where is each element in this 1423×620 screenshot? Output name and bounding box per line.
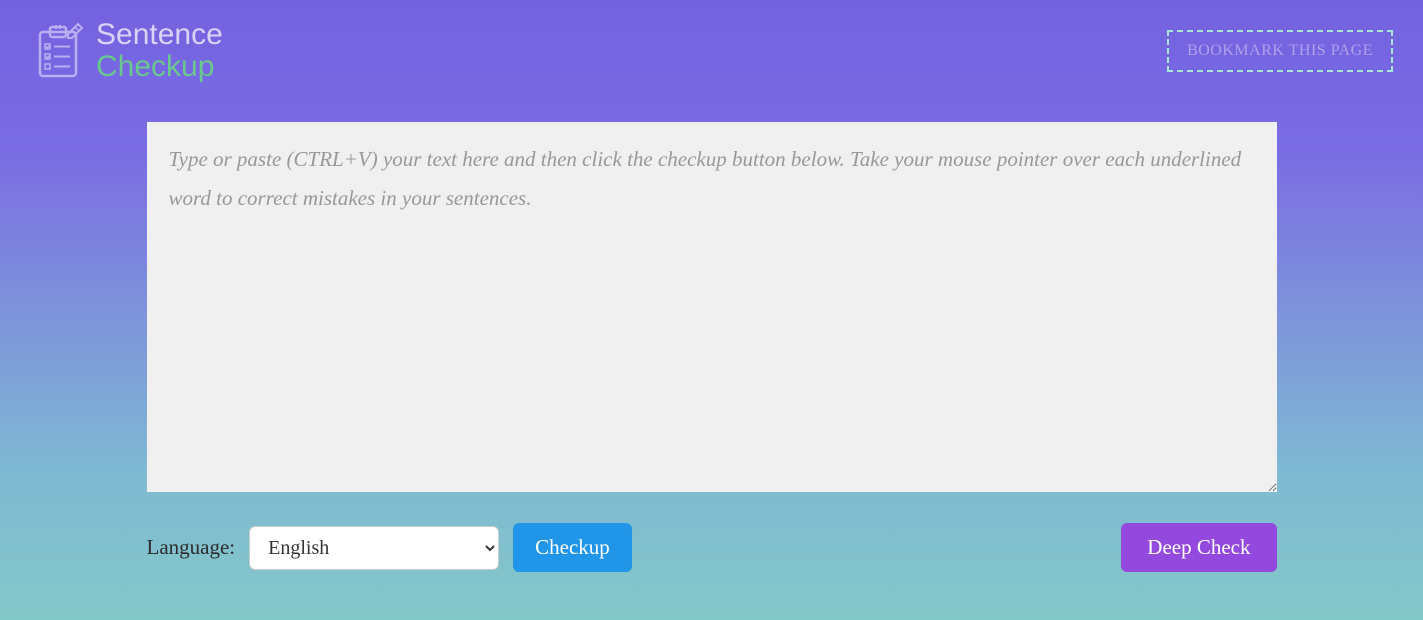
logo-text: Sentence Checkup <box>96 20 223 82</box>
bookmark-button[interactable]: BOOKMARK THIS PAGE <box>1167 30 1393 72</box>
logo[interactable]: Sentence Checkup <box>30 20 223 82</box>
controls-bar: Language: English Checkup Deep Check <box>147 523 1277 572</box>
language-select[interactable]: English <box>249 526 499 570</box>
checkup-button[interactable]: Checkup <box>513 523 632 572</box>
deep-check-button[interactable]: Deep Check <box>1121 523 1276 572</box>
clipboard-icon <box>30 22 88 80</box>
main-container: Language: English Checkup Deep Check <box>147 122 1277 572</box>
editor-textarea[interactable] <box>147 122 1277 492</box>
language-label: Language: <box>147 535 236 560</box>
header: Sentence Checkup BOOKMARK THIS PAGE <box>0 0 1423 92</box>
logo-line2: Checkup <box>96 52 223 82</box>
controls-left: Language: English Checkup <box>147 523 632 572</box>
logo-line1: Sentence <box>96 20 223 50</box>
